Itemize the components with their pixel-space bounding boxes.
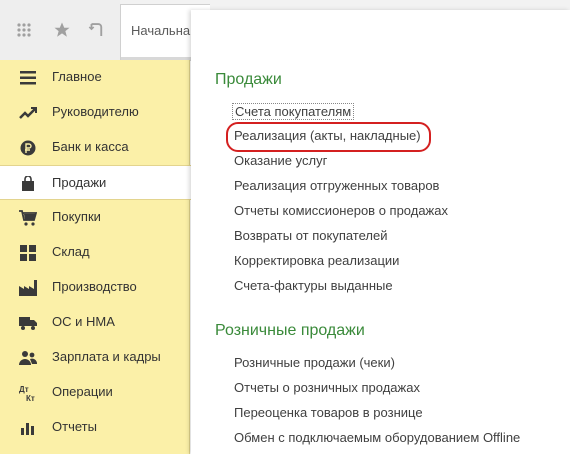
sidebar-item-label: Продажи — [52, 175, 107, 190]
sidebar-item-label: Зарплата и кадры — [52, 349, 161, 364]
sidebar-item-label: Руководителю — [52, 104, 139, 119]
svg-text:Кт: Кт — [26, 394, 35, 402]
section-title-retail: Розничные продажи — [215, 322, 365, 339]
sidebar-item-fixed-assets[interactable]: ОС и НМА — [0, 305, 190, 340]
people-icon — [18, 348, 38, 368]
link-retail-revaluation[interactable]: Переоценка товаров в рознице — [234, 405, 423, 420]
sidebar-item-main[interactable]: Главное — [0, 60, 190, 95]
star-icon[interactable] — [50, 18, 74, 42]
link-services-rendered[interactable]: Оказание услуг — [234, 153, 327, 168]
sidebar-item-label: Покупки — [52, 209, 101, 224]
link-commission-reports[interactable]: Отчеты комиссионеров о продажах — [234, 203, 448, 218]
svg-text:Дт: Дт — [19, 385, 29, 394]
menu-lines-icon — [18, 68, 38, 88]
tab-home-label: Начальна — [131, 23, 191, 38]
truck-icon — [18, 313, 38, 333]
sidebar-item-manager[interactable]: Руководителю — [0, 95, 190, 130]
link-retail-reports[interactable]: Отчеты о розничных продажах — [234, 380, 420, 395]
sidebar: Главное Руководителю Банк и касса Продаж… — [0, 60, 191, 454]
history-icon[interactable] — [84, 18, 108, 42]
sidebar-item-label: Производство — [52, 279, 137, 294]
sidebar-item-salary[interactable]: Зарплата и кадры — [0, 340, 190, 375]
sidebar-item-label: Банк и касса — [52, 139, 129, 154]
sidebar-item-operations[interactable]: Дт Кт Операции — [0, 375, 190, 410]
section-title-sales: Продажи — [215, 71, 282, 88]
apps-grid-icon[interactable] — [12, 18, 36, 42]
app-window: Начальна Главное Руководителю Банк и кас… — [0, 0, 570, 454]
factory-icon — [18, 278, 38, 298]
link-issued-invoices[interactable]: Счета-фактуры выданные — [234, 278, 393, 293]
sales-menu-panel: Продажи Счета покупателям Реализация (ак… — [191, 10, 570, 454]
link-sales-adjustment[interactable]: Корректировка реализации — [234, 253, 399, 268]
warehouse-grid-icon — [18, 243, 38, 263]
top-icon-group — [0, 0, 120, 60]
link-customer-returns[interactable]: Возвраты от покупателей — [234, 228, 388, 243]
sidebar-item-label: ОС и НМА — [52, 314, 115, 329]
dt-kt-icon: Дт Кт — [18, 383, 38, 403]
sidebar-item-bank[interactable]: Банк и касса — [0, 130, 190, 165]
shopping-bag-icon — [18, 174, 38, 194]
bar-chart-icon — [18, 418, 38, 438]
sidebar-item-label: Операции — [52, 384, 113, 399]
sidebar-item-label: Отчеты — [52, 419, 97, 434]
link-retail-receipts[interactable]: Розничные продажи (чеки) — [234, 355, 395, 370]
sidebar-item-sales[interactable]: Продажи — [0, 165, 191, 200]
shopping-cart-icon — [18, 208, 38, 228]
sidebar-item-warehouse[interactable]: Склад — [0, 235, 190, 270]
sidebar-item-purchases[interactable]: Покупки — [0, 200, 190, 235]
ruble-coin-icon — [18, 138, 38, 158]
sidebar-item-reports[interactable]: Отчеты — [0, 410, 190, 445]
link-sales-acts-waybills[interactable]: Реализация (акты, накладные) — [234, 128, 421, 143]
link-shipped-goods-sales[interactable]: Реализация отгруженных товаров — [234, 178, 439, 193]
sidebar-item-label: Главное — [52, 69, 102, 84]
sidebar-item-label: Склад — [52, 244, 90, 259]
link-offline-equipment-exchange[interactable]: Обмен с подключаемым оборудованием Offli… — [234, 430, 520, 445]
sidebar-item-production[interactable]: Производство — [0, 270, 190, 305]
link-customer-invoices[interactable]: Счета покупателям — [232, 103, 355, 120]
trend-chart-icon — [18, 103, 38, 123]
